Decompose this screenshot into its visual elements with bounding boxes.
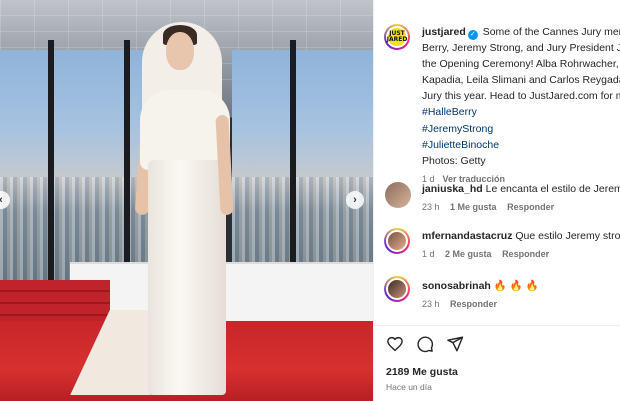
just-jared-logo: JUST JARED — [386, 26, 408, 48]
comment-item: sonosabrinah 🔥 🔥 🔥 23 h Responder — [422, 279, 620, 309]
comment-time[interactable]: 23 h — [422, 202, 440, 212]
comment-username[interactable]: janiuska_hd — [422, 183, 483, 195]
comment-text: Que estilo Jeremy strong — [515, 230, 620, 242]
comment-bubble-icon — [417, 336, 434, 353]
comment-item: mfernandastacruz Que estilo Jeremy stron… — [422, 230, 620, 259]
caption-line: the Opening Ceremony! Alba Rohrwacher, D — [422, 58, 620, 71]
backdrop-screen — [0, 50, 48, 281]
commenter-avatar[interactable] — [384, 228, 410, 254]
share-button[interactable] — [446, 335, 464, 353]
comment-username[interactable]: mfernandastacruz — [422, 230, 512, 242]
reply-button[interactable]: Responder — [502, 249, 549, 259]
hashtag-link[interactable]: #JeremyStrong — [422, 121, 620, 137]
heart-icon — [387, 336, 403, 352]
comment-time[interactable]: 1 d — [422, 249, 435, 259]
logo-text-bottom: JARED — [386, 36, 408, 43]
comment-time[interactable]: 23 h — [422, 299, 440, 309]
post-caption: justjared ✓ Some of the Cannes Jury memb … — [422, 24, 620, 187]
hashtag-link[interactable]: #HalleBerry — [422, 104, 620, 120]
post-detail-panel: JUST JARED justjared ✓ Some of the Cannes… — [373, 0, 620, 401]
post-photo[interactable]: ‹ › — [0, 0, 373, 401]
caption-line: Kapadia, Leila Slimani and Carlos Reygad… — [422, 74, 620, 87]
reply-button[interactable]: Responder — [507, 202, 554, 212]
face — [166, 32, 194, 70]
woman-in-white-gown — [70, 10, 260, 400]
comment-button[interactable] — [416, 335, 434, 353]
like-count[interactable]: 2189 Me gusta — [386, 366, 458, 378]
commenter-avatar[interactable] — [385, 182, 411, 208]
photo-credits: Photos: Getty — [422, 154, 486, 167]
comment-text: Le encanta el estilo de Jeremy S — [485, 183, 620, 195]
caption-text: Some of the Cannes Jury memb — [482, 26, 620, 38]
divider — [374, 325, 620, 326]
wide-trousers — [148, 160, 226, 395]
like-button[interactable] — [386, 335, 404, 353]
paper-plane-icon — [447, 336, 464, 352]
next-photo-button[interactable]: › — [346, 191, 364, 209]
avatar-photo — [386, 278, 408, 300]
caption-line: Berry, Jeremy Strong, and Jury President… — [422, 42, 620, 55]
verified-badge-icon: ✓ — [467, 30, 478, 40]
commenter-avatar[interactable] — [384, 276, 410, 302]
action-bar — [386, 335, 464, 353]
comment-item: janiuska_hd Le encanta el estilo de Jere… — [422, 183, 620, 212]
caption-line: Jury this year. Head to JustJared.com fo… — [422, 90, 620, 103]
comment-username[interactable]: sonosabrinah — [422, 280, 491, 292]
pillar — [48, 40, 54, 301]
avatar-photo — [386, 230, 408, 252]
author-avatar[interactable]: JUST JARED — [384, 24, 410, 50]
post-date: Hace un día — [386, 382, 432, 392]
reply-button[interactable]: Responder — [450, 299, 497, 309]
comment-likes[interactable]: 2 Me gusta — [445, 249, 492, 259]
comment-likes[interactable]: 1 Me gusta — [450, 202, 497, 212]
backdrop-screen — [296, 50, 373, 281]
author-username[interactable]: justjared — [422, 26, 466, 38]
comment-text: 🔥 🔥 🔥 — [493, 280, 539, 292]
hashtag-link[interactable]: #JulietteBinoche — [422, 137, 620, 153]
